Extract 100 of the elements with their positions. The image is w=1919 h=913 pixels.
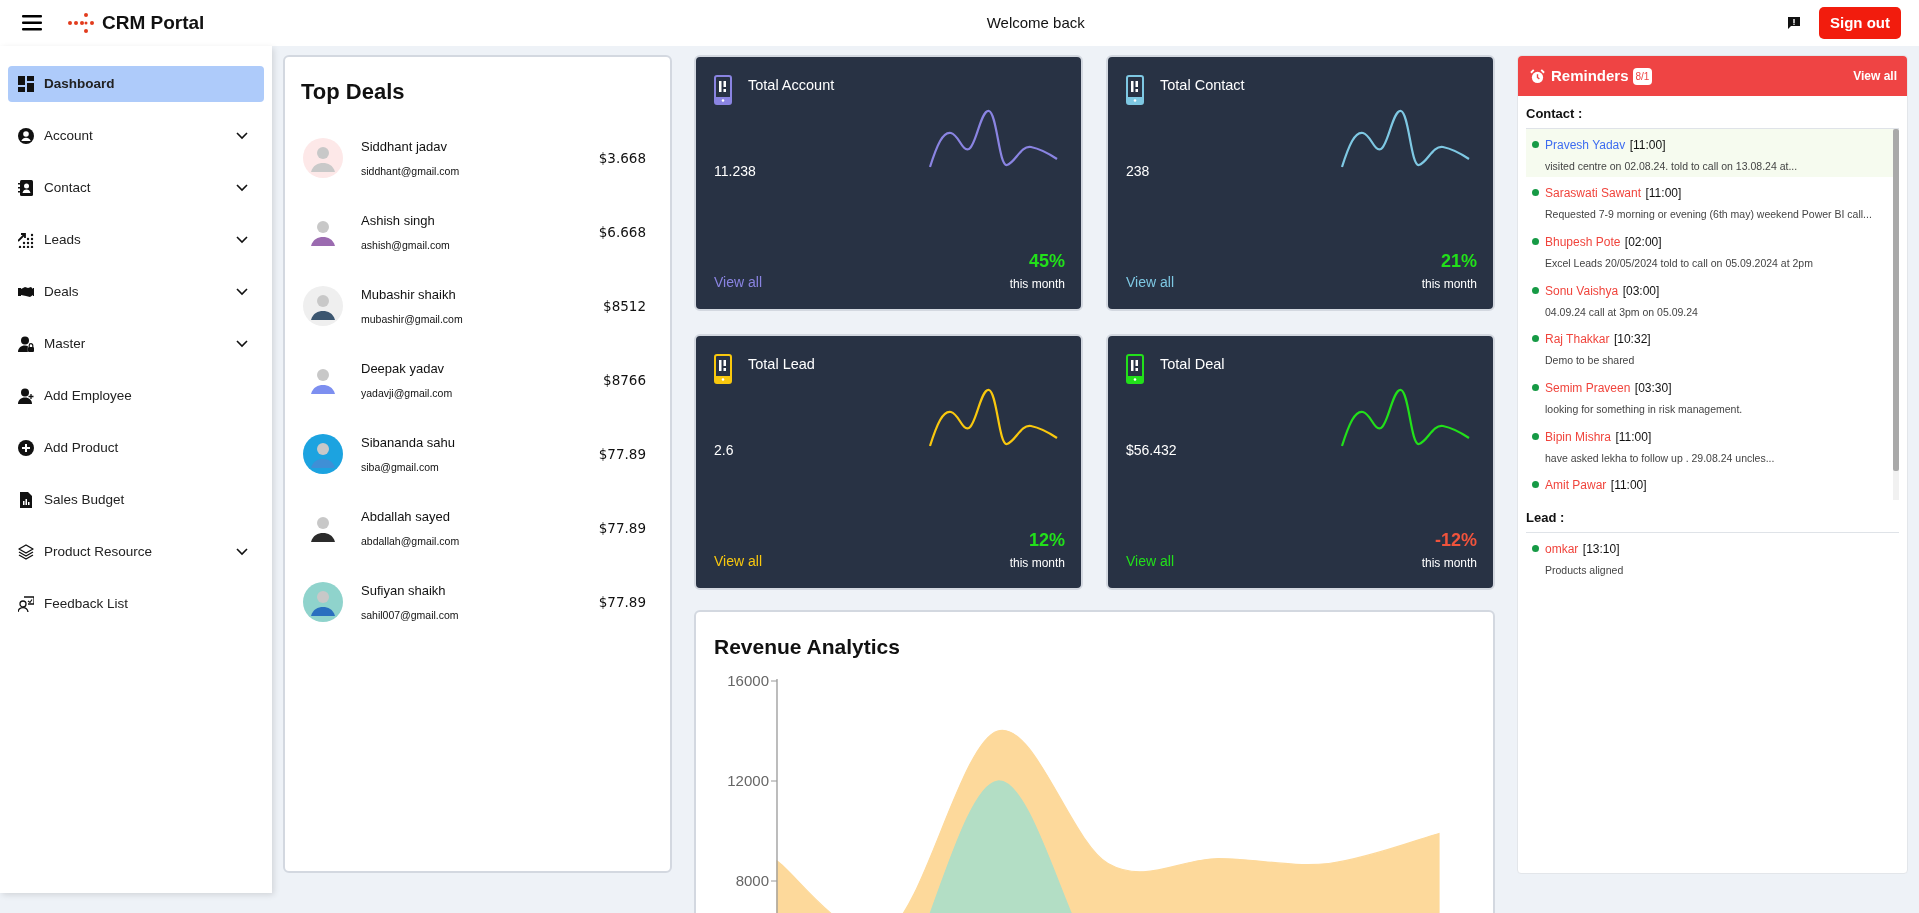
chevron-down-icon[interactable] — [236, 340, 248, 348]
status-dot — [1532, 432, 1539, 440]
avatar-silhouette-icon — [303, 434, 343, 475]
person-name: Ashish singh — [361, 212, 436, 231]
stat-value: 2.6 — [714, 441, 735, 460]
contact-name-link[interactable]: Sonu Vaishya — [1545, 283, 1619, 298]
reminder-time: [11:00] — [1610, 478, 1647, 493]
sidebar-item[interactable]: Sales Budget — [8, 482, 264, 518]
avatar-silhouette-icon — [303, 286, 343, 327]
period-label: this month — [1421, 276, 1477, 293]
status-dot — [1532, 140, 1539, 148]
y-tick-label: 16000 — [727, 672, 769, 690]
section-heading: Contact : — [1525, 105, 1584, 123]
status-dot — [1532, 481, 1539, 489]
reminder-time: [03:00] — [1622, 283, 1660, 298]
reminder-note: Demo to be shared — [1545, 353, 1636, 368]
sidebar-item[interactable]: Contact — [8, 170, 264, 206]
reminder-note: Excel Leads 20/05/2024 told to call on 05.09.2024 at 2pm — [1545, 255, 1813, 271]
section-heading: Lead : — [1525, 509, 1566, 528]
percent-change: 12% — [1027, 529, 1065, 552]
person-name: Siddhant jadav — [361, 138, 448, 157]
sidebar-item[interactable]: Dashboard — [8, 66, 264, 102]
reminder-time: [03:30] — [1634, 380, 1672, 395]
sidebar-item[interactable]: Leads — [8, 222, 264, 258]
sidebar-item[interactable]: Account — [8, 118, 264, 154]
view-all-link[interactable]: View all — [714, 551, 762, 572]
chevron-down-icon[interactable] — [236, 132, 248, 140]
tablet-icon — [714, 75, 732, 105]
contact-name-link[interactable]: Saraswati Sawant — [1545, 186, 1642, 201]
count-badge: 8/1 — [1632, 67, 1653, 85]
email-text: abdallah@gmail.com — [361, 533, 460, 549]
deal-amount: $77.89 — [598, 593, 647, 613]
status-dot — [1532, 237, 1539, 245]
status-dot — [1532, 286, 1539, 294]
period-label: this month — [1421, 555, 1477, 572]
contact-name-link[interactable]: Amit Pawar — [1545, 478, 1607, 493]
deal-amount: $8512 — [603, 297, 647, 317]
deal-amount: $77.89 — [598, 519, 647, 539]
sidebar-item[interactable]: Add Product — [8, 430, 264, 466]
chart-title: Revenue Analytics — [714, 634, 901, 660]
sidebar-item[interactable]: Feedback List — [8, 586, 264, 622]
contact-name-link[interactable]: Pravesh Yadav — [1545, 137, 1626, 152]
email-text: mubashir@gmail.com — [361, 311, 463, 327]
email-text: ashish@gmail.com — [361, 237, 450, 253]
menu-icon[interactable] — [22, 15, 42, 31]
sidebar-item[interactable]: Add Employee — [8, 378, 264, 414]
user-lock-icon — [18, 336, 34, 352]
view-all-link[interactable]: View all — [1126, 551, 1174, 572]
percent-change: 21% — [1439, 250, 1477, 273]
reminder-note: looking for something in risk management. — [1545, 401, 1743, 417]
y-tick-label: 12000 — [727, 772, 769, 790]
person-name: Abdallah sayed — [361, 508, 451, 527]
sidebar-item[interactable]: Deals — [8, 274, 264, 310]
percent-change: -12% — [1433, 529, 1477, 552]
chevron-down-icon[interactable] — [236, 236, 248, 244]
reminder-time: [10:32] — [1613, 332, 1651, 347]
stat-value: 238 — [1126, 162, 1151, 181]
status-dot — [1532, 383, 1539, 391]
deal-amount: $8766 — [603, 371, 647, 391]
reminder-note: have asked lekha to follow up . 29.08.24 uncles... — [1545, 450, 1775, 466]
email-text: yadavji@gmail.com — [361, 385, 453, 401]
document-chart-icon — [18, 492, 34, 508]
email-text: siddhant@gmail.com — [361, 163, 460, 179]
panel-title: Reminders — [1551, 65, 1629, 86]
contact-name-link[interactable]: omkar — [1545, 541, 1579, 556]
stat-title: Total Lead — [748, 355, 815, 374]
y-tick-label: 8000 — [735, 872, 769, 890]
percent-change: 45% — [1027, 250, 1065, 273]
chevron-down-icon[interactable] — [236, 184, 248, 192]
contact-name-link[interactable]: Bhupesh Pote — [1545, 234, 1621, 249]
contact-name-link[interactable]: Semim Praveen — [1545, 380, 1631, 395]
layers-icon — [18, 544, 34, 560]
person-name: Sufiyan shaikh — [361, 582, 447, 601]
stat-value: 11.238 — [714, 162, 757, 181]
sidebar-item[interactable]: Master — [8, 326, 264, 362]
tablet-icon — [1126, 354, 1144, 384]
chevron-down-icon[interactable] — [236, 548, 248, 556]
dashboard-icon — [18, 76, 34, 92]
email-text: siba@gmail.com — [361, 459, 440, 475]
tablet-icon — [714, 354, 732, 384]
reminder-note: visited centre on 02.08.24. told to call on 13.08.24 at... — [1545, 158, 1798, 174]
feedback-icon[interactable] — [1787, 16, 1801, 30]
tablet-icon — [1126, 75, 1144, 105]
contact-name-link[interactable]: Bipin Mishra — [1545, 429, 1612, 444]
reminder-note: Products aligned — [1545, 562, 1624, 578]
status-dot — [1532, 189, 1539, 197]
period-label: this month — [1009, 555, 1065, 572]
view-all-link[interactable]: View all — [714, 272, 762, 293]
reminder-time: [11:00] — [1615, 429, 1652, 444]
chevron-down-icon[interactable] — [236, 288, 248, 296]
scrollbar[interactable] — [1893, 128, 1899, 501]
reminder-time: [02:00] — [1624, 234, 1662, 249]
contact-name-link[interactable]: Raj Thakkar — [1545, 332, 1610, 347]
reminder-time: [11:00] — [1629, 137, 1666, 152]
sidebar-item[interactable]: Product Resource — [8, 534, 264, 570]
view-all-link[interactable]: View all — [1853, 67, 1897, 85]
sign-out-button[interactable]: Sign out — [1819, 6, 1901, 40]
view-all-link[interactable]: View all — [1126, 272, 1174, 293]
avatar-silhouette-icon — [303, 138, 343, 179]
deal-amount: $6.668 — [598, 223, 647, 243]
